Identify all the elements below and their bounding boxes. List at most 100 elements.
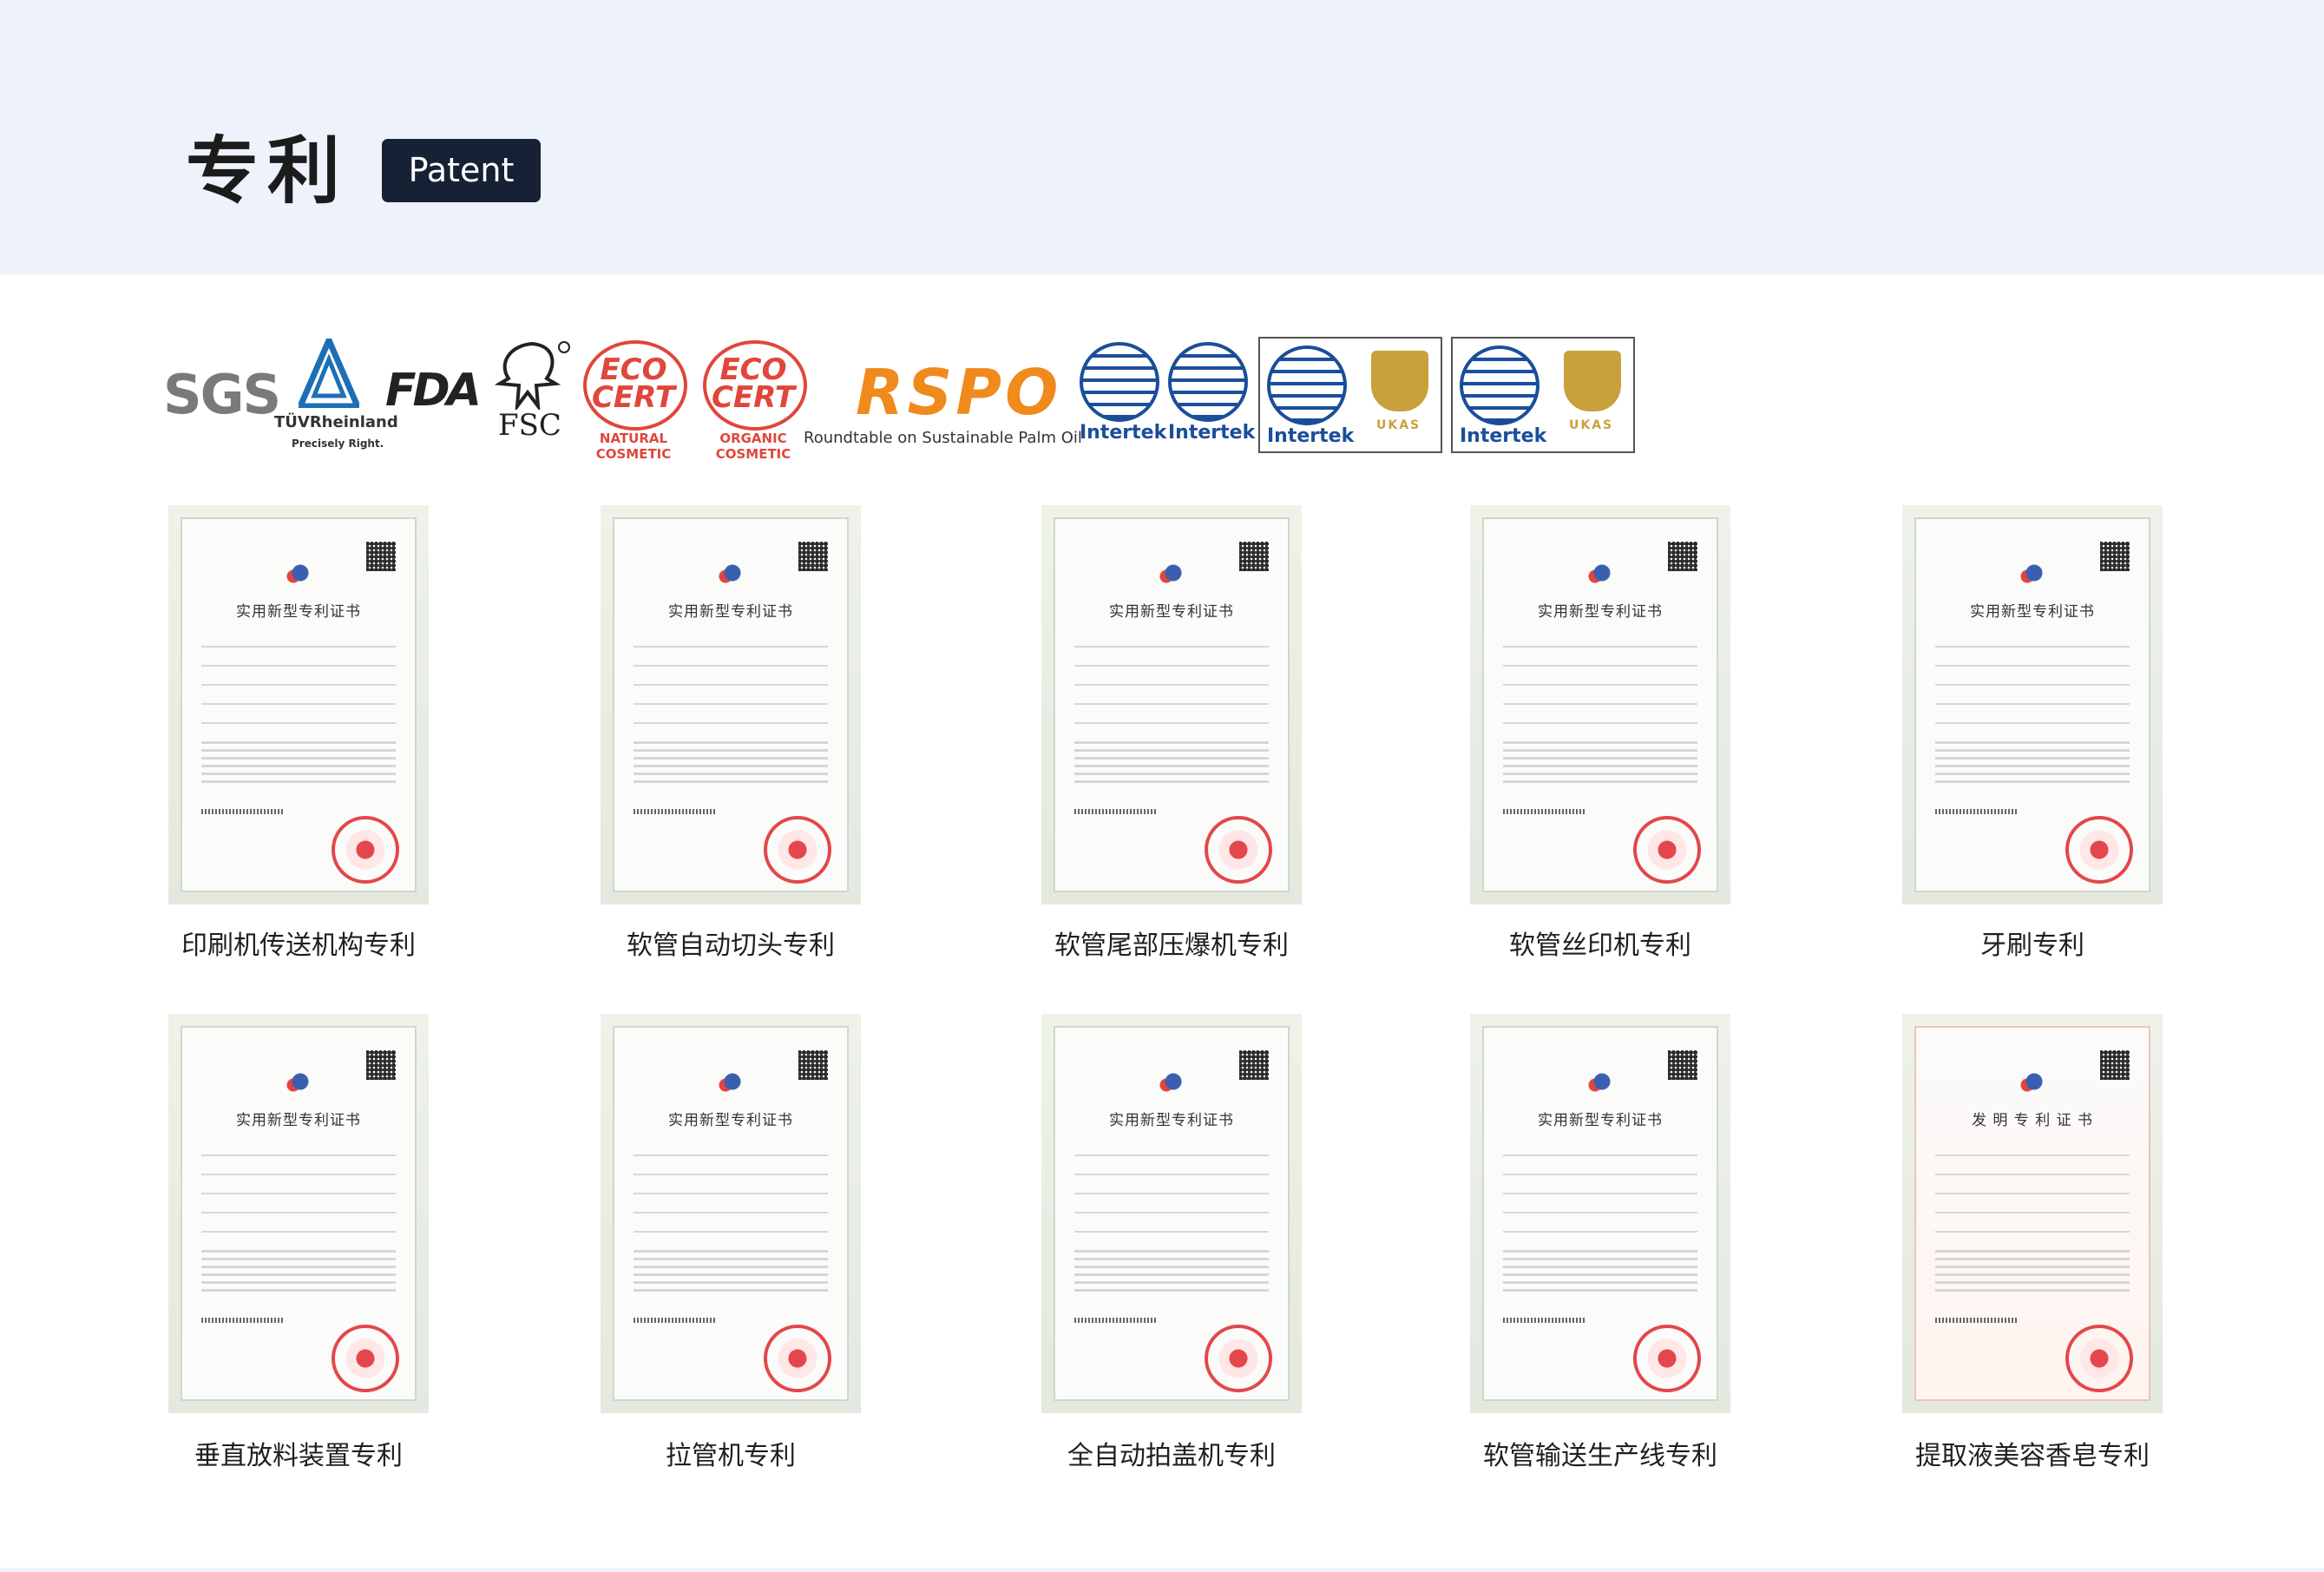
patent-certificate-image[interactable]: 实用新型专利证书 (601, 1014, 861, 1413)
intertek-logo-1: Intertek (1080, 342, 1166, 448)
barcode-icon (1074, 1318, 1158, 1323)
patent-office-emblem-icon (713, 556, 748, 590)
patent-certificate-image[interactable]: 实用新型专利证书 (168, 505, 429, 904)
patent-certificate-image[interactable]: 实用新型专利证书 (1902, 505, 2163, 904)
patent-certificate-image[interactable]: 实用新型专利证书 (1041, 1014, 1302, 1413)
intertek-ukas-logo-1: Intertek UKAS (1258, 337, 1442, 453)
certificate-fields (201, 1142, 396, 1238)
barcode-icon (201, 809, 285, 814)
certificate-fields (1935, 634, 2130, 729)
qr-code-icon (798, 1050, 828, 1080)
fsc-tree-icon (494, 341, 570, 410)
fsc-logo: FSC (488, 340, 574, 444)
certificate-frame: 发 明 专 利 证 书 (1914, 1026, 2150, 1401)
certificate-frame: 实用新型专利证书 (1054, 1026, 1290, 1401)
certificate-title: 实用新型专利证书 (1970, 603, 2095, 621)
certificate-body-text (1935, 1250, 2130, 1297)
patent-certificate-image[interactable]: 发 明 专 利 证 书 (1902, 1014, 2163, 1413)
certificate-fields (1935, 1142, 2130, 1238)
certificate-caption: 牙刷专利 (1980, 931, 2084, 961)
globe-icon (1460, 345, 1539, 425)
patent-certificate-image[interactable]: 实用新型专利证书 (168, 1014, 429, 1413)
certificate-frame: 实用新型专利证书 (613, 1026, 849, 1401)
certificate-title: 实用新型专利证书 (668, 1112, 793, 1129)
barcode-icon (1074, 809, 1158, 814)
patent-certificate-image[interactable]: 实用新型专利证书 (1470, 505, 1730, 904)
qr-code-icon (2100, 542, 2130, 571)
title-badge: Patent (382, 139, 541, 202)
patent-office-emblem-icon (1583, 1064, 1618, 1099)
fda-logo: FDA (385, 365, 482, 417)
certificate-title: 实用新型专利证书 (1109, 603, 1234, 621)
certificate-fields (1074, 1142, 1269, 1238)
patent-office-emblem-icon (1154, 1064, 1189, 1099)
certificate-fields (201, 634, 396, 729)
certificate-frame: 实用新型专利证书 (181, 517, 417, 892)
patent-certificate-image[interactable]: 实用新型专利证书 (1470, 1014, 1730, 1413)
official-seal-icon (764, 816, 831, 884)
rspo-tagline: Roundtable on Sustainable Palm Oil (804, 429, 1082, 447)
qr-code-icon (366, 1050, 396, 1080)
certificate-body-text (634, 1250, 828, 1297)
official-seal-icon (1633, 816, 1701, 884)
intertek-ukas-logo-2: Intertek UKAS (1451, 337, 1635, 453)
patent-certificate-image[interactable]: 实用新型专利证书 (1041, 505, 1302, 904)
ecocert-natural-logo: ECO CERT NATURAL COSMETIC (580, 340, 687, 462)
ukas-name: UKAS (1569, 418, 1614, 432)
qr-code-icon (366, 542, 396, 571)
official-seal-icon (2065, 1325, 2133, 1392)
qr-code-icon (2100, 1050, 2130, 1080)
certificate-caption: 全自动拍盖机专利 (1067, 1441, 1276, 1471)
certificate-body-text (1503, 1250, 1697, 1297)
certificate-body-text (1074, 1250, 1269, 1297)
tuv-logo: TÜVRheinland Precisely Right. (274, 339, 398, 451)
tuv-name: TÜVRheinland (274, 413, 398, 431)
certificate-title: 实用新型专利证书 (1109, 1112, 1234, 1129)
official-seal-icon (764, 1325, 831, 1392)
barcode-icon (1935, 809, 2019, 814)
certificate-frame: 实用新型专利证书 (1914, 517, 2150, 892)
certificate-caption: 拉管机专利 (666, 1441, 796, 1471)
ecocert-name: ECO CERT (711, 352, 796, 415)
intertek-name: Intertek (1168, 422, 1256, 444)
certificate-body-text (634, 741, 828, 788)
certificate-title: 实用新型专利证书 (668, 603, 793, 621)
barcode-icon (1503, 809, 1586, 814)
certificate-body-text (1503, 741, 1697, 788)
official-seal-icon (332, 816, 399, 884)
ukas-name: UKAS (1376, 418, 1421, 432)
certificate-frame: 实用新型专利证书 (1054, 517, 1290, 892)
barcode-icon (1503, 1318, 1586, 1323)
globe-icon (1267, 345, 1347, 425)
patent-certificate-image[interactable]: 实用新型专利证书 (601, 505, 861, 904)
certificate-title: 实用新型专利证书 (236, 603, 361, 621)
ecocert-natural-sub: NATURAL COSMETIC (595, 431, 672, 462)
barcode-icon (634, 1318, 717, 1323)
qr-code-icon (1668, 1050, 1697, 1080)
patent-office-emblem-icon (713, 1064, 748, 1099)
rspo-logo: RSPO Roundtable on Sustainable Palm Oil (800, 356, 1082, 451)
intertek-name: Intertek (1460, 425, 1547, 447)
ukas-crown-icon (1371, 351, 1428, 411)
intertek-name: Intertek (1080, 422, 1167, 444)
patent-office-emblem-icon (1154, 556, 1189, 590)
patent-office-emblem-icon (281, 556, 316, 590)
fsc-name: FSC (498, 408, 561, 443)
certificate-title: 实用新型专利证书 (236, 1112, 361, 1129)
ecocert-organic-sub: ORGANIC COSMETIC (715, 431, 791, 462)
official-seal-icon (1205, 1325, 1272, 1392)
ecocert-name: ECO CERT (591, 352, 676, 415)
certificate-caption: 软管自动切头专利 (627, 931, 835, 961)
official-seal-icon (2065, 816, 2133, 884)
certificate-body-text (1074, 741, 1269, 788)
certificate-title: 发 明 专 利 证 书 (1971, 1112, 2094, 1129)
globe-icon (1080, 342, 1159, 422)
certificate-body-text (201, 1250, 396, 1297)
certificate-caption: 软管丝印机专利 (1509, 931, 1691, 961)
certificate-caption: 提取液美容香皂专利 (1915, 1441, 2150, 1471)
patent-office-emblem-icon (2015, 556, 2050, 590)
intertek-logo-2: Intertek (1168, 342, 1255, 448)
sgs-logo: SGS (163, 363, 281, 426)
certificate-fields (1074, 634, 1269, 729)
certificate-caption: 软管输送生产线专利 (1483, 1441, 1717, 1471)
